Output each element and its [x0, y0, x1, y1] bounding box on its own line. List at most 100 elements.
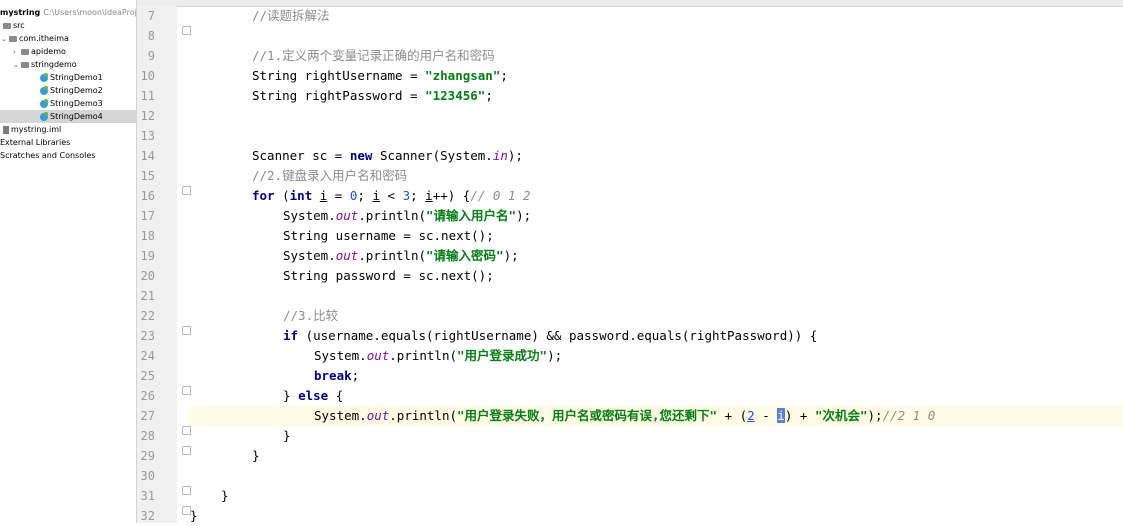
code-line[interactable]: break; [190, 366, 1123, 386]
string-literal: "次机会" [814, 408, 868, 423]
code-line[interactable]: } else { [190, 386, 1123, 406]
folder-icon [3, 22, 11, 29]
code-token: Scanner(System. [372, 148, 493, 163]
code-token: System. [283, 248, 336, 263]
line-number: 26 [140, 389, 155, 403]
code-token: String username = sc.next(); [283, 228, 494, 243]
comment: //3.比较 [283, 308, 339, 323]
comment: //2 1 0 [882, 408, 936, 423]
code-line[interactable]: String rightPassword = "123456"; [190, 86, 1123, 106]
code-token: } [221, 488, 229, 503]
line-number: 9 [147, 49, 155, 63]
code-line[interactable]: for (int i = 0; i < 3; i++) {// 0 1 2 [190, 186, 1123, 206]
tree-item-stringdemo[interactable]: ⌄ stringdemo [0, 58, 136, 71]
code-token: ; [485, 88, 493, 103]
keyword: if [283, 328, 299, 343]
code-token: } [283, 388, 299, 403]
tree-item-stringdemo1[interactable]: StringDemo1 [0, 71, 136, 84]
code-line[interactable]: if (username.equals(rightUsername) && pa… [190, 326, 1123, 346]
code-line[interactable]: //1.定义两个变量记录正确的用户名和密码 [190, 46, 1123, 66]
static-field: out [335, 208, 359, 223]
code-line[interactable]: //3.比较 [190, 306, 1123, 326]
current-code-line[interactable]: System.out.println("用户登录失败，用户名或密码有误,您还剩下… [190, 406, 1123, 426]
code-token: ); [516, 208, 532, 223]
code-line[interactable]: String rightUsername = "zhangsan"; [190, 66, 1123, 86]
line-number: 12 [140, 109, 155, 123]
code-line[interactable]: System.out.println("用户登录成功"); [190, 346, 1123, 366]
tree-item-external-libraries[interactable]: External Libraries [0, 136, 136, 149]
code-line[interactable]: } [190, 446, 1123, 466]
code-token: ; [351, 368, 360, 383]
variable: i [425, 188, 433, 203]
code-token: ; [500, 68, 508, 83]
tree-item-src[interactable]: src [0, 19, 136, 32]
line-number: 27 [140, 409, 155, 423]
tree-item-com-itheima[interactable]: ⌄ com.itheima [0, 32, 136, 45]
code-line[interactable]: //2.键盘录入用户名和密码 [190, 166, 1123, 186]
code-token: Scanner sc = [252, 148, 350, 163]
java-class-icon [40, 98, 48, 108]
line-number: 7 [147, 9, 155, 23]
number: 3 [402, 188, 411, 203]
tree-item-label: StringDemo2 [50, 86, 103, 95]
string-literal: "zhangsan" [425, 68, 501, 83]
comment: //1.定义两个变量记录正确的用户名和密码 [252, 48, 495, 63]
line-number: 16 [140, 189, 155, 203]
line-number: 13 [140, 129, 155, 143]
tree-root[interactable]: mystring C:\Users\moon\IdeaProje [0, 6, 136, 19]
tree-item-label: StringDemo4 [50, 112, 103, 121]
code-line[interactable]: String username = sc.next(); [190, 226, 1123, 246]
keyword: for [252, 188, 275, 203]
code-token: ); [507, 148, 523, 163]
static-field: out [335, 248, 359, 263]
selected-variable: i [777, 408, 785, 423]
line-number: 14 [140, 149, 155, 163]
static-field: in [492, 148, 508, 163]
line-number: 25 [140, 369, 155, 383]
tree-item-label: StringDemo1 [50, 73, 103, 82]
line-number: 30 [140, 469, 155, 483]
code-token: .println( [389, 408, 457, 423]
java-class-icon [40, 72, 48, 82]
code-token: { [328, 388, 344, 403]
keyword: new [349, 148, 373, 163]
keyword: break [314, 368, 352, 383]
keyword: int [289, 188, 313, 203]
keyword: else [298, 388, 329, 403]
code-token: String [252, 88, 298, 103]
code-line[interactable]: System.out.println("请输入密码"); [190, 246, 1123, 266]
code-line[interactable]: System.out.println("请输入用户名"); [190, 206, 1123, 226]
line-number: 29 [140, 449, 155, 463]
code-line[interactable]: } [190, 426, 1123, 446]
line-number: 24 [140, 349, 155, 363]
code-editor[interactable]: //读题拆解法 //1.定义两个变量记录正确的用户名和密码 String rig… [190, 6, 1123, 523]
line-number: 23 [140, 329, 155, 343]
tree-item-label: mystring.iml [11, 125, 62, 134]
line-number: 18 [140, 229, 155, 243]
code-token: } [190, 508, 198, 523]
code-token: rightPassword = [297, 88, 426, 103]
tree-item-stringdemo2[interactable]: StringDemo2 [0, 84, 136, 97]
code-token: rightUsername = [297, 68, 426, 83]
tree-item-label: com.itheima [19, 34, 69, 43]
editor-gutter[interactable]: 7 8 9 10 11 12 13 14 15 16 17 18 19 20 2… [137, 6, 177, 523]
static-field: out [366, 408, 390, 423]
code-line[interactable]: } [190, 506, 1123, 526]
code-line[interactable]: //读题拆解法 [190, 6, 1123, 26]
tree-item-stringdemo3[interactable]: StringDemo3 [0, 97, 136, 110]
number: 0 [349, 188, 358, 203]
code-token: ( [274, 188, 290, 203]
project-tree: mystring C:\Users\moon\IdeaProje src ⌄ com… [0, 0, 137, 523]
tree-item-mystring-iml[interactable]: mystring.iml [0, 123, 136, 136]
code-line[interactable]: Scanner sc = new Scanner(System.in); [190, 146, 1123, 166]
line-number: 20 [140, 269, 155, 283]
code-token: < [379, 188, 403, 203]
tree-item-apidemo[interactable]: › apidemo [0, 45, 136, 58]
code-line[interactable]: String password = sc.next(); [190, 266, 1123, 286]
line-number: 19 [140, 249, 155, 263]
tree-item-stringdemo4[interactable]: StringDemo4 [0, 110, 136, 123]
code-line[interactable]: } [190, 486, 1123, 506]
tree-item-scratches[interactable]: Scratches and Consoles [0, 149, 136, 162]
comment: //读题拆解法 [252, 8, 330, 23]
comment: // 0 1 2 [470, 188, 531, 203]
